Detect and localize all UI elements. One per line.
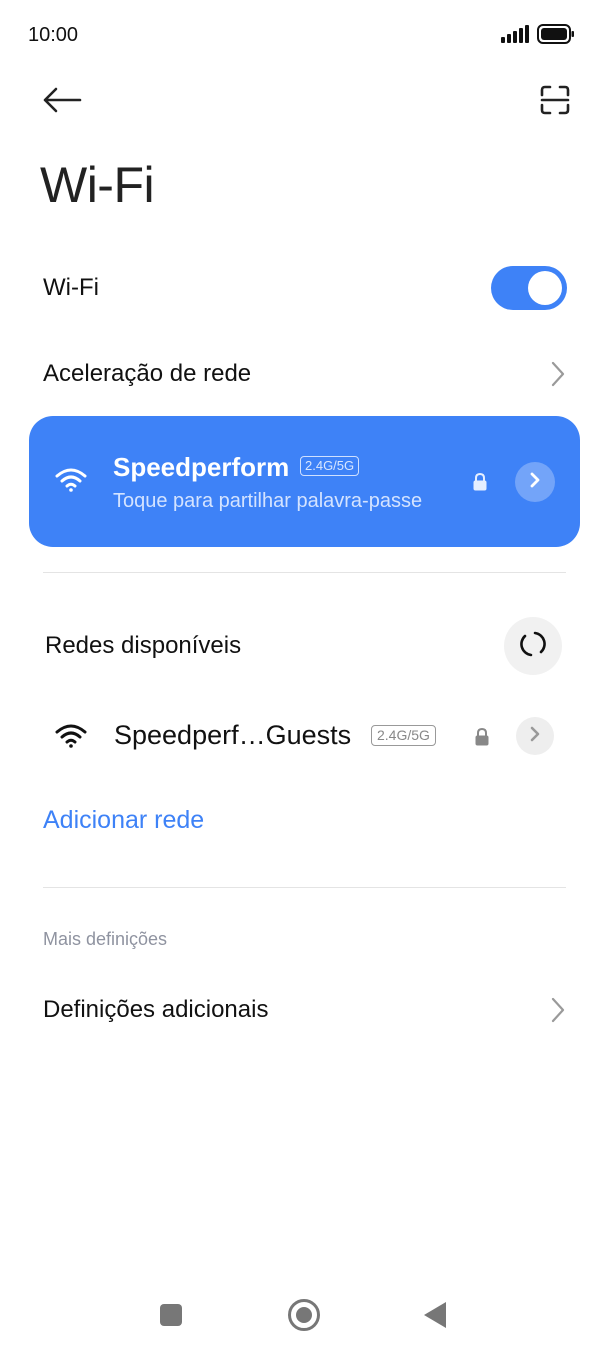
wifi-icon	[55, 724, 87, 753]
toggle-knob	[528, 271, 562, 305]
additional-settings-row[interactable]: Definições adicionais	[0, 982, 609, 1038]
battery-icon	[537, 24, 575, 49]
chevron-right-icon	[549, 996, 567, 1024]
system-back-button[interactable]	[424, 1302, 446, 1328]
lock-icon	[474, 727, 490, 752]
connected-network-card[interactable]: Speedperform 2.4G/5G Toque para partilha…	[29, 416, 580, 547]
network-details-button[interactable]	[516, 717, 554, 755]
available-networks-heading: Redes disponíveis	[45, 632, 242, 659]
chevron-right-icon	[549, 360, 567, 388]
status-bar: 10:00	[0, 0, 609, 70]
network-acceleration-label: Aceleração de rede	[43, 360, 252, 387]
back-arrow-icon	[42, 87, 82, 118]
band-badge: 2.4G/5G	[371, 725, 436, 746]
home-button[interactable]	[288, 1299, 320, 1331]
band-badge: 2.4G/5G	[300, 456, 360, 476]
status-icons	[501, 24, 575, 49]
page-title: Wi-Fi	[40, 157, 155, 213]
connected-network-details-button[interactable]	[515, 462, 555, 502]
divider	[43, 572, 566, 573]
lock-icon	[472, 472, 488, 497]
network-name: Speedperf…Guests	[114, 720, 352, 750]
additional-settings-label: Definições adicionais	[43, 996, 269, 1023]
recent-apps-button[interactable]	[160, 1304, 182, 1326]
refresh-button[interactable]	[504, 617, 562, 675]
signal-icon	[501, 25, 529, 48]
more-settings-section-label: Mais definições	[43, 929, 168, 949]
wifi-toggle-row[interactable]: Wi-Fi	[0, 260, 609, 316]
back-button[interactable]	[40, 84, 84, 120]
qr-scan-icon	[540, 85, 570, 120]
network-acceleration-row[interactable]: Aceleração de rede	[0, 346, 609, 402]
wifi-toggle-switch[interactable]	[491, 266, 567, 310]
scan-button[interactable]	[537, 84, 573, 120]
connected-network-name: Speedperform	[113, 452, 290, 482]
add-network-link[interactable]: Adicionar rede	[43, 806, 204, 835]
connected-network-subtitle: Toque para partilhar palavra-passe	[113, 490, 423, 512]
top-bar	[0, 72, 609, 132]
wifi-icon	[55, 468, 87, 497]
network-item-speedperform-guests[interactable]: Speedperf…Guests 2.4G/5G	[0, 706, 609, 766]
system-nav-bar	[0, 1284, 609, 1344]
status-time: 10:00	[28, 24, 79, 46]
refresh-icon	[519, 630, 547, 663]
chevron-right-icon	[529, 725, 541, 748]
chevron-right-icon	[529, 471, 541, 494]
home-icon	[296, 1307, 312, 1323]
divider	[43, 887, 566, 888]
wifi-toggle-label: Wi-Fi	[43, 274, 99, 301]
